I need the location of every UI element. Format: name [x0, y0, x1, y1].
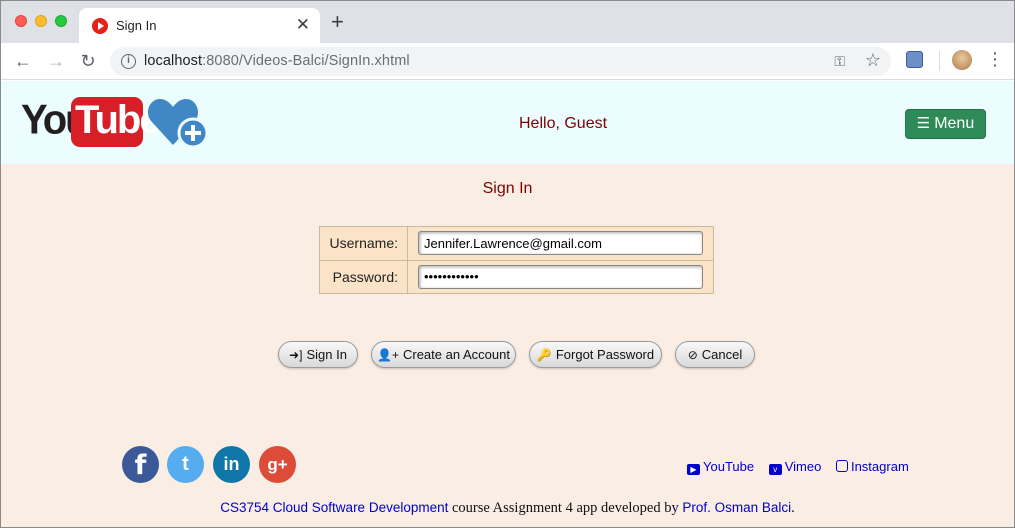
course-link[interactable]: CS3754 Cloud Software Development	[220, 500, 448, 515]
tab-strip: Sign In ✕ +	[1, 1, 1014, 43]
sign-in-icon: ➜]	[289, 348, 303, 362]
linkedin-icon[interactable]: in	[213, 446, 250, 483]
password-input[interactable]	[418, 264, 703, 289]
video-site-links: ▶ YouTube v Vimeo Instagram	[687, 459, 920, 475]
instagram-icon	[835, 460, 848, 472]
info-icon[interactable]: i	[121, 54, 136, 69]
signin-form: Username: Password:	[319, 226, 714, 294]
close-tab-icon[interactable]: ✕	[296, 15, 310, 35]
minimize-window-button[interactable]	[35, 15, 47, 27]
username-label: Username:	[319, 226, 408, 261]
extension-icon[interactable]	[906, 51, 923, 68]
sign-in-button[interactable]: ➜] Sign In	[278, 341, 358, 368]
back-icon[interactable]: ←	[12, 50, 34, 72]
close-window-button[interactable]	[15, 15, 27, 27]
youtube-link[interactable]: ▶ YouTube	[687, 459, 754, 475]
vimeo-icon: v	[768, 464, 782, 475]
page-title: Sign In	[482, 180, 533, 197]
profile-avatar[interactable]	[952, 50, 972, 70]
menu-button[interactable]: ☰ Menu	[905, 109, 986, 139]
username-input[interactable]	[418, 231, 703, 256]
author-link[interactable]: Prof. Osman Balci	[682, 500, 791, 515]
password-label: Password:	[319, 259, 408, 294]
browser-tab[interactable]: Sign In ✕	[79, 8, 320, 43]
instagram-link[interactable]: Instagram	[835, 459, 909, 474]
ban-icon: ⊘	[687, 348, 698, 362]
cancel-button[interactable]: ⊘ Cancel	[675, 341, 755, 368]
youtube-favicon-icon	[92, 18, 108, 34]
forgot-password-button[interactable]: 🔑 Forgot Password	[529, 341, 662, 368]
url-text: localhost:8080/Videos-Balci/SignIn.xhtml	[144, 53, 410, 69]
footer-end: .	[791, 500, 795, 516]
footer-middle-text: course Assignment 4 app developed by	[448, 500, 683, 516]
key-icon: 🔑	[536, 348, 552, 362]
address-bar[interactable]: i localhost:8080/Videos-Balci/SignIn.xht…	[110, 47, 891, 76]
googleplus-icon[interactable]: g+	[259, 446, 296, 483]
twitter-icon[interactable]: t	[167, 446, 204, 483]
greeting-text: Hello, Guest	[519, 115, 608, 132]
heart-plus-icon	[147, 99, 209, 149]
bookmark-star-icon[interactable]: ☆	[865, 50, 881, 71]
browser-toolbar: ← → ↻ i localhost:8080/Videos-Balci/Sign…	[1, 43, 1014, 80]
forward-icon[interactable]: →	[45, 50, 67, 72]
site-header: You Tube Hello, Guest ☰ Menu	[1, 81, 1014, 164]
tab-title: Sign In	[116, 18, 157, 33]
youtube-icon: ▶	[687, 464, 700, 475]
reload-icon[interactable]: ↻	[77, 50, 99, 72]
maximize-window-button[interactable]	[55, 15, 67, 27]
user-plus-icon: 👤+	[377, 348, 399, 362]
toolbar-divider	[939, 51, 940, 71]
browser-menu-icon[interactable]: ⋮	[986, 48, 1004, 70]
create-account-button[interactable]: 👤+ Create an Account	[371, 341, 516, 368]
footer-credit: CS3754 Cloud Software Development course…	[1, 500, 1014, 517]
key-icon[interactable]: ⚿	[834, 53, 845, 70]
vimeo-link[interactable]: v Vimeo	[768, 459, 821, 475]
new-tab-icon[interactable]: +	[331, 11, 344, 33]
hamburger-icon: ☰	[916, 115, 931, 132]
facebook-icon[interactable]: f	[122, 446, 159, 483]
main-content: Sign In Username: Password: ➜]Sign In 👤+…	[1, 164, 1014, 527]
